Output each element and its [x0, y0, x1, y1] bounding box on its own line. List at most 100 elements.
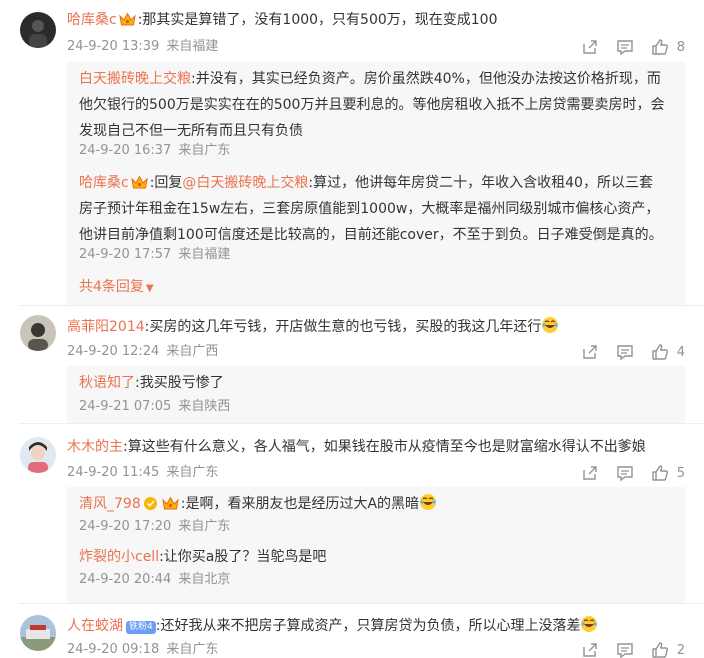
- reply-body: :是啊，看来朋友也是经历过大A的黑暗: [180, 496, 420, 512]
- share-button[interactable]: [581, 38, 599, 56]
- timestamp: 24-9-20 13:39: [67, 39, 160, 54]
- share-button[interactable]: [581, 464, 599, 482]
- avatar[interactable]: [20, 315, 56, 351]
- comment-icon: [617, 345, 633, 361]
- laughing-tears-emoji: [542, 317, 559, 333]
- caret-down-icon: ▼: [145, 283, 154, 294]
- comment-actions: 5: [581, 463, 685, 483]
- username-link[interactable]: 秋语知了: [79, 375, 135, 391]
- comment-button[interactable]: [616, 641, 634, 658]
- location: 来自福建: [178, 247, 231, 262]
- location: 来自广西: [166, 344, 219, 359]
- fan-badge: 铁粉4: [126, 621, 156, 634]
- share-icon: [583, 466, 597, 480]
- username-link[interactable]: 哈库桑c: [67, 12, 117, 28]
- comment-button[interactable]: [616, 464, 634, 482]
- comment-actions: 8: [581, 37, 685, 57]
- reply-meta: 24-9-21 07:05 来自陕西: [79, 398, 230, 416]
- comment-meta: 24-9-20 13:39 来自福建: [67, 38, 218, 56]
- location: 来自北京: [178, 572, 231, 587]
- reply-panel: 白天搬砖晚上交粮:并没有，其实已经负资产。房价虽然跌40%，但他没办法按这价格折…: [67, 62, 685, 305]
- like-count: 8: [676, 39, 685, 55]
- like-count: 4: [676, 344, 685, 360]
- timestamp: 24-9-20 09:18: [67, 642, 160, 657]
- timestamp: 24-9-20 12:24: [67, 344, 160, 359]
- crown-badge-icon: [161, 496, 179, 510]
- comment-body: :买房的这几年亏钱，开店做生意的也亏钱，买股的我这几年还行: [144, 319, 542, 335]
- comment-text: 木木的主:算这些有什么意义，各人福气，如果钱在股市从疫情至今也是财富缩水得认不出…: [67, 437, 694, 457]
- crown-badge-icon: [130, 175, 148, 189]
- verified-badge-icon: [143, 497, 157, 510]
- username-link[interactable]: 哈库桑c: [79, 175, 129, 191]
- avatar-image: [20, 315, 56, 351]
- username-link[interactable]: 人在蛟湖: [67, 618, 123, 634]
- crown-badge-icon: [118, 12, 136, 26]
- location: 来自广东: [166, 465, 219, 480]
- like-button[interactable]: 8: [651, 38, 685, 56]
- avatar[interactable]: [20, 615, 56, 651]
- username-link[interactable]: 木木的主: [67, 439, 123, 455]
- comment-text: 高菲阳2014:买房的这几年亏钱，开店做生意的也亏钱，买股的我这几年还行: [67, 316, 694, 337]
- like-button[interactable]: 5: [651, 464, 685, 482]
- reply-body-line: 他讲目前净值剩100可信度还是比较高的，目前还能cover，不至于到负。日子难受…: [79, 227, 663, 243]
- username-link[interactable]: 高菲阳2014: [67, 319, 145, 335]
- comment-thread: 木木的主:算这些有什么意义，各人福气，如果钱在股市从疫情至今也是财富缩水得认不出…: [0, 423, 704, 603]
- timestamp: 24-9-20 11:45: [67, 465, 160, 480]
- reply-item: 清风_798 :是啊，看来朋友也是经历过大A的黑暗: [79, 491, 677, 517]
- timestamp: 24-9-20 16:37: [79, 143, 172, 158]
- reply-meta: 24-9-20 17:20 来自广东: [79, 518, 230, 536]
- thumbs-up-icon: [652, 465, 668, 481]
- divider: [19, 423, 704, 424]
- reply-item: 炸裂的小cell:让你买a股了？当鸵鸟是吧: [79, 544, 677, 570]
- location: 来自广东: [178, 519, 231, 534]
- comment-icon: [617, 40, 633, 56]
- mention-link[interactable]: @白天搬砖晚上交粮: [182, 175, 308, 191]
- like-button[interactable]: 2: [651, 641, 685, 658]
- thumbs-up-icon: [652, 39, 668, 55]
- share-button[interactable]: [581, 343, 599, 361]
- comment-thread: 高菲阳2014:买房的这几年亏钱，开店做生意的也亏钱，买股的我这几年还行 24-…: [0, 305, 704, 423]
- reply-body-line: 他欠银行的500万是实实在在的500万并且要利息的。等他房租收入抵不上房贷需要卖…: [79, 97, 665, 113]
- comment-actions: 4: [581, 342, 685, 362]
- comment-meta: 24-9-20 12:24 来自广西: [67, 343, 218, 361]
- like-count: 5: [676, 465, 685, 481]
- reply-body-line: :算过，他讲每年房贷二十，年收入含收租40，所以三套: [308, 175, 653, 191]
- location: 来自广东: [166, 642, 219, 657]
- comment-text: 人在蛟湖 铁粉4:还好我从来不把房子算成资产，只算房贷为负债，所以心理上没落差: [67, 615, 694, 636]
- timestamp: 24-9-21 07:05: [79, 399, 172, 414]
- comment-meta: 24-9-20 11:45 来自广东: [67, 464, 218, 482]
- location: 来自陕西: [178, 399, 231, 414]
- laughing-tears-emoji: [420, 494, 437, 510]
- share-icon: [583, 40, 597, 54]
- thumbs-up-icon: [652, 642, 668, 658]
- reply-meta: 24-9-20 16:37 来自广东: [79, 142, 230, 160]
- reply-body: :我买股亏惨了: [135, 375, 224, 391]
- avatar[interactable]: [20, 437, 56, 473]
- like-button[interactable]: 4: [651, 343, 685, 361]
- username-link[interactable]: 清风_798: [79, 496, 141, 512]
- divider: [19, 603, 704, 604]
- comment-button[interactable]: [616, 38, 634, 56]
- comment-actions: 2: [581, 640, 685, 658]
- avatar-image: [20, 437, 56, 473]
- share-button[interactable]: [581, 641, 599, 658]
- more-replies-link[interactable]: 共4条回复 ▼: [79, 277, 154, 299]
- comment-button[interactable]: [616, 343, 634, 361]
- username-link[interactable]: 炸裂的小cell: [79, 549, 159, 565]
- comment-body: :还好我从来不把房子算成资产，只算房贷为负债，所以心理上没落差: [155, 618, 581, 634]
- thumbs-up-icon: [652, 344, 668, 360]
- share-icon: [583, 643, 597, 657]
- username-link[interactable]: 白天搬砖晚上交粮: [79, 71, 191, 87]
- more-replies-label: 共4条回复: [79, 279, 144, 295]
- reply-body-line: 房子预计年租金在15w左右，三套房原值能到1000w，大概率是福州同级别城市偏核…: [79, 201, 660, 217]
- reply-prefix: :回复: [149, 175, 183, 191]
- avatar-image: [20, 615, 56, 651]
- like-count: 2: [676, 642, 685, 658]
- laughing-tears-emoji: [581, 616, 598, 632]
- comment-body: :那其实是算错了，没有1000，只有500万，现在变成100: [137, 12, 498, 28]
- comment-thread: 哈库桑c :那其实是算错了，没有1000，只有500万，现在变成100 24-9-…: [0, 0, 704, 305]
- avatar[interactable]: [20, 12, 56, 48]
- timestamp: 24-9-20 17:20: [79, 519, 172, 534]
- comment-icon: [617, 466, 633, 482]
- comment-feed: 哈库桑c :那其实是算错了，没有1000，只有500万，现在变成100 24-9-…: [0, 0, 704, 658]
